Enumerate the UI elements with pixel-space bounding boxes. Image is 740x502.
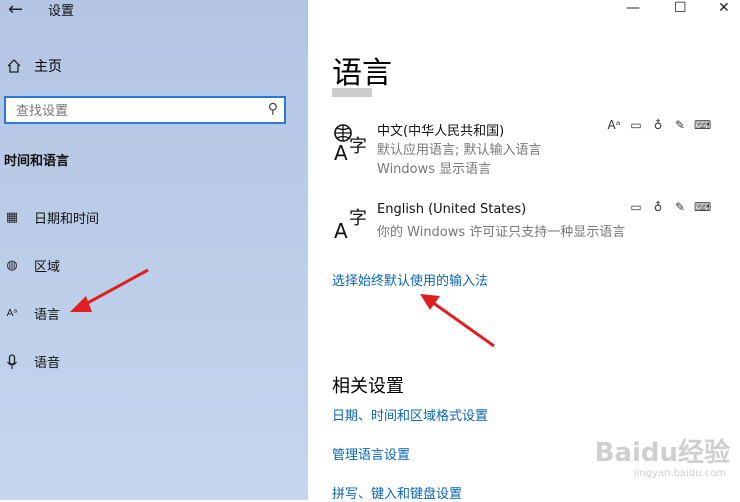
spelling-keyboard-link[interactable]: 拼写、键入和键盘设置 [332,483,462,502]
sidebar-item-date-time[interactable]: ▦ 日期和时间 [4,208,99,227]
language-features: Aᵃ ▭ ♁ ✎ ⌨ [606,118,712,132]
svg-text:A: A [334,219,348,240]
language-icon: A 字 [334,208,367,240]
window-title: 设置 [48,4,75,19]
handwriting-icon: ✎ [674,118,686,132]
language-icon: Aᵃ [6,308,18,319]
minimize-icon[interactable]: — [626,0,640,16]
date-region-format-link[interactable]: 日期、时间和区域格式设置 [332,405,488,424]
svg-text:A: A [334,141,348,162]
search-icon[interactable]: ⚲ [268,101,278,117]
language-desc: Windows 显示语言 [377,162,492,177]
display-language-icon: Aᵃ [607,118,621,132]
placeholder-bar [332,88,372,97]
language-features: ▭ ♁ ✎ ⌨ [628,200,712,214]
globe-icon: ◍ [6,258,18,273]
handwriting-icon: ✎ [674,200,686,214]
language-item-chinese[interactable]: A 字 中文(中华人民共和国) 默认应用语言; 默认输入语言 Windows 显… [308,116,740,178]
maximize-icon[interactable]: ☐ [674,0,687,16]
search-box[interactable]: ⚲ [4,96,286,124]
sidebar-item-label: 区域 [34,260,61,275]
page-title: 语言 [332,56,392,91]
home-icon [7,59,21,73]
sidebar-item-language[interactable]: Aᵃ 语言 [4,304,60,323]
home-label: 主页 [34,59,62,75]
close-icon[interactable]: ✕ [718,0,730,16]
language-desc: 默认应用语言; 默认输入语言 [377,143,542,158]
back-arrow-icon[interactable]: ← [8,0,23,20]
svg-text:字: 字 [349,136,367,157]
language-name: 中文(中华人民共和国) [377,124,505,139]
main-content: — ☐ ✕ 语言 A 字 中文(中华人民共和国) 默认应用语言; 默认输入语言 … [308,0,740,502]
language-desc: 你的 Windows 许可证只支持一种显示语言 [377,225,626,240]
sidebar-home[interactable]: 主页 [6,56,62,76]
manage-language-link[interactable]: 管理语言设置 [332,444,410,463]
speech-icon: ▭ [630,200,642,214]
related-settings-title: 相关设置 [332,376,404,397]
sidebar-item-label: 日期和时间 [34,212,100,227]
language-item-english[interactable]: A 字 English (United States) 你的 Windows 许… [308,198,740,246]
sidebar-item-label: 语言 [34,308,61,323]
keyboard-icon: ⌨ [694,118,712,132]
section-title: 时间和语言 [4,154,70,169]
speech-icon: ▭ [630,118,642,132]
microphone-icon [7,353,17,369]
language-name: English (United States) [377,202,527,217]
watermark-url: jingyan.baidu.com [633,468,726,479]
keyboard-icon: ⌨ [694,200,712,214]
sidebar-item-speech[interactable]: 语音 [4,352,60,371]
calendar-clock-icon: ▦ [5,210,19,225]
watermark: Baidu经验 [594,438,730,468]
input-method-link[interactable]: 选择始终默认使用的输入法 [332,270,488,289]
sidebar-item-label: 语音 [34,356,61,371]
search-input[interactable] [14,101,258,121]
sidebar: ← 设置 主页 ⚲ 时间和语言 ▦ 日期和时间 ◍ 区域 Aᵃ 语言 语音 [0,0,308,500]
microphone-icon: ♁ [653,118,663,132]
sidebar-item-region[interactable]: ◍ 区域 [4,256,60,275]
svg-text:字: 字 [349,208,367,229]
language-globe-icon: A 字 [334,124,367,162]
microphone-icon: ♁ [653,200,663,214]
